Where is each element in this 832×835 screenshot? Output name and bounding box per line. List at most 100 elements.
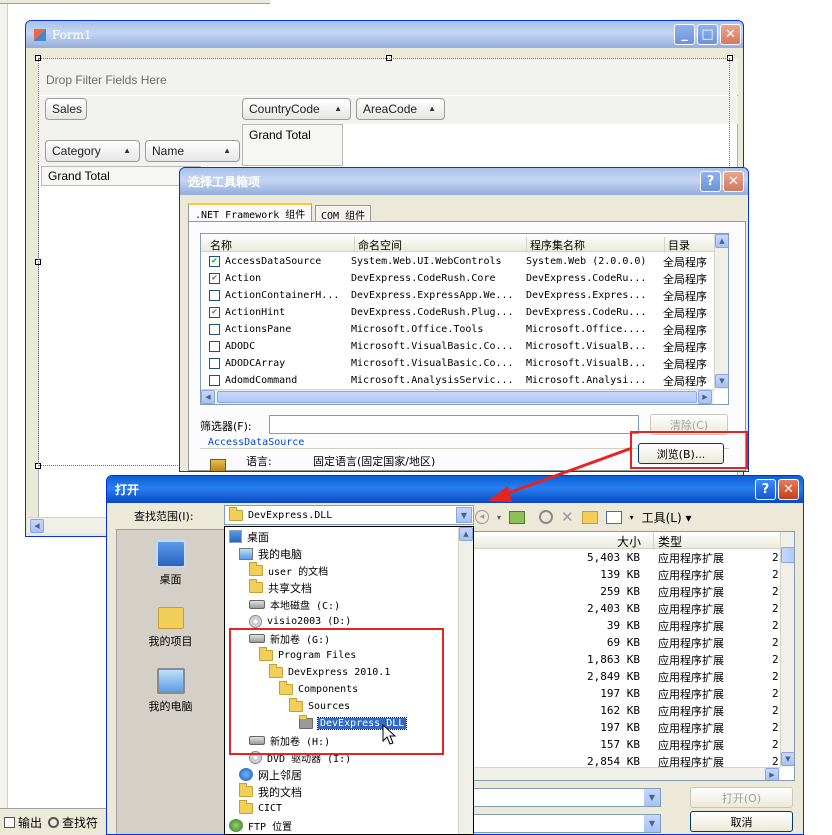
component-checkbox[interactable] — [209, 341, 220, 352]
lookin-item[interactable]: 网上邻居 — [239, 766, 302, 783]
file-size: 2,403 KB — [587, 602, 640, 615]
component-checkbox[interactable] — [209, 375, 220, 386]
file-list-vscrollbar[interactable]: ▼ — [780, 532, 794, 767]
file-row[interactable]: 197 KB 应用程序扩展 2 — [472, 720, 782, 737]
place-label: 我的项目 — [148, 635, 193, 648]
choose-toolbox-close-button[interactable]: ✕ — [723, 171, 744, 192]
lookin-item[interactable]: 我的文档 — [239, 783, 302, 800]
file-row[interactable]: 259 KB 应用程序扩展 2 — [472, 584, 782, 601]
column-namespace-header[interactable]: 命名空间 — [354, 237, 402, 253]
scroll-down-icon[interactable]: ▼ — [715, 374, 728, 388]
scroll-up-icon[interactable]: ▲ — [459, 527, 473, 541]
component-checkbox[interactable]: ✔ — [209, 256, 220, 267]
file-size: 5,403 KB — [587, 551, 640, 564]
component-directory: 全局程序 — [663, 374, 707, 388]
output-tab[interactable]: 输出 — [0, 814, 46, 831]
component-row[interactable]: ✔ ActionHint DevExpress.CodeRush.Plug... De… — [201, 304, 716, 321]
file-row[interactable]: 197 KB 应用程序扩展 2 — [472, 686, 782, 703]
file-row[interactable]: 157 KB 应用程序扩展 2 — [472, 737, 782, 754]
filename-input[interactable]: ▼ — [471, 788, 661, 807]
back-icon[interactable]: ◂ — [475, 510, 489, 524]
up-folder-icon[interactable] — [509, 510, 526, 524]
open-dialog-titlebar[interactable]: 打开 — [107, 476, 803, 503]
component-row[interactable]: AdomdCommand Microsoft.AnalysisServic... M… — [201, 372, 716, 389]
file-row[interactable]: 39 KB 应用程序扩展 2 — [472, 618, 782, 635]
tab-com[interactable]: COM 组件 — [315, 205, 372, 222]
component-row[interactable]: ADODCArray Microsoft.VisualBasic.Co... Mic… — [201, 355, 716, 372]
lookin-item[interactable]: 我的电脑 — [239, 545, 302, 562]
lookin-item[interactable]: 共享文档 — [249, 579, 312, 596]
new-folder-icon[interactable] — [581, 510, 598, 524]
form1-minimize-button[interactable]: _ — [674, 24, 695, 45]
choose-toolbox-titlebar[interactable]: 选择工具箱项 — [180, 168, 748, 195]
open-button[interactable]: 打开(O) — [690, 787, 793, 808]
place-label: 我的电脑 — [148, 700, 193, 713]
form1-close-button[interactable]: ✕ — [720, 24, 741, 45]
component-row[interactable]: ActionContainerH... DevExpress.ExpressApp… — [201, 287, 716, 304]
file-row[interactable]: 69 KB 应用程序扩展 2 — [472, 635, 782, 652]
form1-maximize-button[interactable]: □ — [697, 24, 718, 45]
search-web-icon[interactable] — [539, 510, 554, 524]
find-symbol-tab[interactable]: 查找符 — [46, 814, 100, 831]
scroll-right-icon[interactable]: ▶ — [765, 768, 779, 780]
scroll-left-icon[interactable]: ◀ — [201, 390, 215, 404]
scroll-left-icon[interactable]: ◀ — [30, 519, 44, 533]
lookin-item[interactable]: 本地磁盘 (C:) — [249, 596, 340, 613]
component-list-hscrollbar[interactable]: ◀ ▶ — [201, 389, 714, 404]
file-row[interactable]: 2,403 KB 应用程序扩展 2 — [472, 601, 782, 618]
component-list-vscrollbar[interactable]: ▲ ▼ — [714, 234, 728, 389]
tools-menu[interactable]: 工具(L) ▾ — [642, 509, 692, 526]
column-size-header[interactable]: 大小 — [617, 533, 641, 550]
component-checkbox[interactable]: ✔ — [209, 273, 220, 284]
file-type: 应用程序扩展 — [658, 569, 724, 582]
component-row[interactable]: ADODC Microsoft.VisualBasic.Co... Microsof… — [201, 338, 716, 355]
open-close-button[interactable]: ✕ — [778, 479, 799, 500]
filter-input[interactable] — [269, 415, 639, 434]
lookin-item[interactable]: CICT — [239, 800, 282, 817]
component-row[interactable]: ✔ Action DevExpress.CodeRush.Core DevExpres… — [201, 270, 716, 287]
lookin-item[interactable]: user 的文档 — [249, 562, 328, 579]
component-checkbox[interactable]: ✔ — [209, 307, 220, 318]
column-type-header[interactable]: 类型 — [653, 533, 682, 550]
open-help-button[interactable]: ? — [755, 479, 776, 500]
file-row[interactable]: 139 KB 应用程序扩展 2 — [472, 567, 782, 584]
scroll-up-icon[interactable]: ▲ — [715, 234, 728, 248]
lookin-item[interactable]: 桌面 — [229, 528, 269, 545]
filetype-select[interactable]: ▼ — [471, 814, 661, 833]
hscroll-thumb[interactable] — [217, 391, 697, 403]
cancel-button[interactable]: 取消 — [690, 811, 793, 832]
views-dropdown-icon[interactable]: ▾ — [630, 513, 634, 522]
delete-icon[interactable]: ✕ — [561, 508, 574, 526]
dropdown-arrow-icon[interactable]: ▾ — [497, 513, 501, 522]
lookin-combobox[interactable]: DevExpress.DLL ▼ — [224, 505, 474, 525]
component-row[interactable]: ✔ AccessDataSource System.Web.UI.WebContro… — [201, 253, 716, 270]
chevron-down-icon[interactable]: ▼ — [644, 815, 660, 832]
file-row[interactable]: 5,403 KB 应用程序扩展 2 — [472, 550, 782, 567]
help-button[interactable]: ? — [700, 171, 721, 192]
place-folder[interactable]: 我的项目 — [116, 599, 225, 659]
vscroll-thumb[interactable] — [781, 547, 794, 563]
column-name-header[interactable]: 名称 — [210, 237, 232, 253]
place-computer[interactable]: 我的电脑 — [116, 662, 225, 722]
dropdown-vscrollbar[interactable]: ▲ — [458, 527, 473, 834]
column-directory-header[interactable]: 目录 — [664, 237, 690, 253]
scroll-right-icon[interactable]: ▶ — [698, 390, 712, 404]
file-row[interactable]: 2,849 KB 应用程序扩展 2 — [472, 669, 782, 686]
form1-titlebar[interactable]: Form1 — [26, 21, 743, 48]
column-assembly-header[interactable]: 程序集名称 — [526, 237, 585, 253]
place-desktop[interactable]: 桌面 — [116, 536, 225, 596]
component-checkbox[interactable] — [209, 290, 220, 301]
component-checkbox[interactable] — [209, 358, 220, 369]
lookin-item[interactable]: FTP 位置 — [229, 817, 292, 834]
component-namespace: Microsoft.AnalysisServic... — [351, 375, 514, 386]
tab-net-framework[interactable]: .NET Framework 组件 — [188, 203, 313, 222]
file-row[interactable]: 1,863 KB 应用程序扩展 2 — [472, 652, 782, 669]
component-checkbox[interactable] — [209, 324, 220, 335]
file-row[interactable]: 162 KB 应用程序扩展 2 — [472, 703, 782, 720]
views-icon[interactable] — [605, 510, 622, 524]
scroll-down-icon[interactable]: ▼ — [781, 752, 794, 766]
component-icon — [210, 459, 226, 471]
file-list-hscrollbar[interactable]: ▶ — [472, 767, 780, 780]
component-row[interactable]: ActionsPane Microsoft.Office.Tools Microso… — [201, 321, 716, 338]
chevron-down-icon[interactable]: ▼ — [644, 789, 660, 806]
